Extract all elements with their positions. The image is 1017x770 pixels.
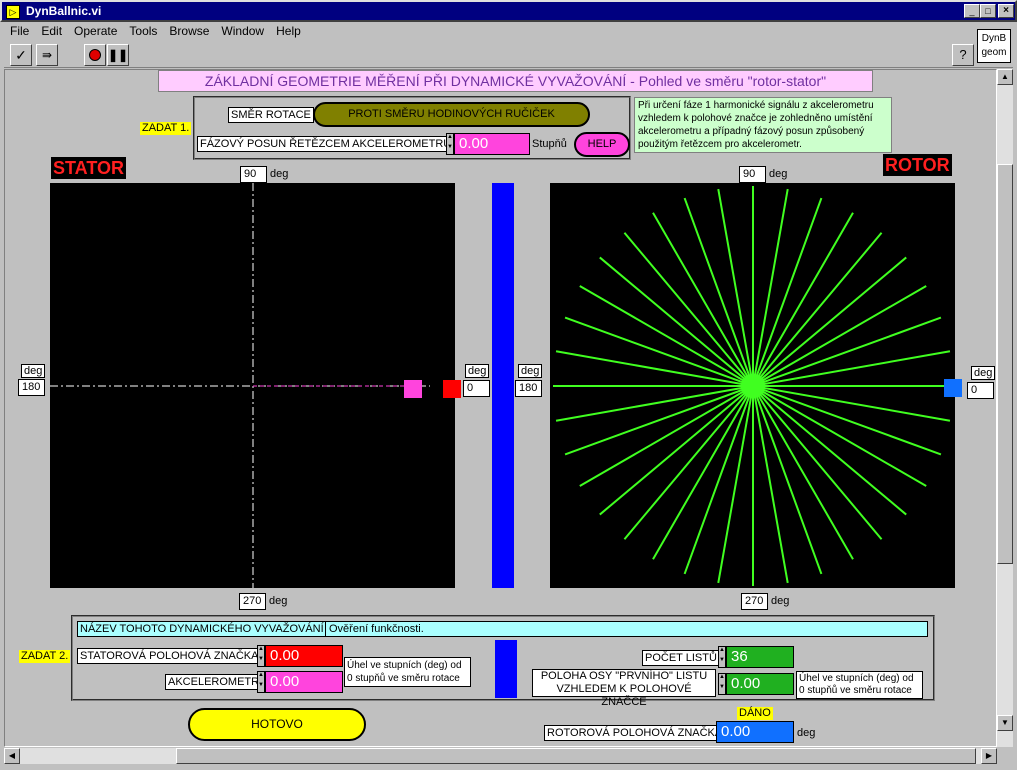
- horizontal-scroll-thumb[interactable]: [176, 748, 976, 764]
- rotation-toggle[interactable]: PROTI SMĚRU HODINOVÝCH RUČIČEK: [313, 102, 590, 127]
- info-note: Při určení fáze 1 harmonické signálu z a…: [634, 97, 892, 153]
- axis-label-line2: VZHLEDEM K POLOHOVÉ ZNAČCE: [556, 683, 692, 708]
- blue-divider-bar: [492, 183, 514, 588]
- accel-stepper[interactable]: ▲ ▼: [257, 671, 265, 693]
- stator-mark-stepper[interactable]: ▲ ▼: [257, 645, 265, 667]
- stator-90-readout: 90: [240, 166, 267, 183]
- rotor-0-readout: 0: [967, 382, 994, 399]
- rotor-90-readout: 90: [739, 166, 766, 183]
- menu-window[interactable]: Window: [221, 24, 264, 42]
- menu-bar: File Edit Operate Tools Browse Window He…: [4, 24, 301, 42]
- menu-file[interactable]: File: [10, 24, 29, 42]
- run-check-icon[interactable]: ✓: [10, 44, 32, 66]
- rotor-mark-label: ROTOROVÁ POLOHOVÁ ZNAČKA: [544, 725, 726, 741]
- scroll-left-arrow[interactable]: ◀: [4, 748, 20, 764]
- stator-mark-label: STATOROVÁ POLOHOVÁ ZNAČKA: [77, 648, 262, 664]
- rotor-mark-marker: [944, 379, 962, 397]
- vertical-scroll-thumb[interactable]: [997, 164, 1013, 564]
- stator-270-unit: deg: [269, 595, 288, 607]
- rotor-90-unit: deg: [769, 168, 788, 180]
- stator-0-readout: 0: [463, 380, 490, 397]
- given-label: DÁNO: [737, 707, 773, 720]
- scroll-right-arrow[interactable]: ▶: [981, 748, 997, 764]
- blades-label: POČET LISTŮ: [642, 650, 720, 666]
- pause-icon[interactable]: ❚❚: [107, 44, 129, 66]
- axis-label-line1: POLOHA OSY "PRVNÍHO" LISTU: [540, 670, 708, 682]
- rotation-label: SMĚR ROTACE: [228, 107, 314, 123]
- angle-note-left-line1: Úhel ve stupních (deg) od: [347, 660, 462, 671]
- stator-180-readout: 180: [18, 379, 45, 396]
- menu-browse[interactable]: Browse: [169, 24, 209, 42]
- phase-unit: Stupňů: [532, 138, 567, 150]
- accel-input[interactable]: 0.00: [265, 671, 343, 693]
- blades-input[interactable]: 36: [726, 646, 794, 668]
- zadat1-label: ZADAT 1.: [140, 122, 192, 135]
- vi-icon-line1: DynB: [981, 33, 1007, 44]
- stator-270-readout: 270: [239, 593, 266, 610]
- accel-marker: [404, 380, 422, 398]
- stator-0-unit: deg: [465, 364, 490, 378]
- maximize-button[interactable]: □: [980, 4, 996, 18]
- angle-note-left-line2: 0 stupňů ve směru rotace: [347, 673, 460, 684]
- toolbar: ✓ ⇛ ❚❚ ?: [4, 42, 1013, 68]
- vertical-scrollbar[interactable]: ▲ ▼: [997, 69, 1013, 747]
- rotor-mark-display: 0.00: [716, 721, 794, 743]
- rotor-180-readout: 180: [515, 380, 542, 397]
- menu-tools[interactable]: Tools: [129, 24, 157, 42]
- stator-mark-input[interactable]: 0.00: [265, 645, 343, 667]
- angle-note-right: Úhel ve stupních (deg) od 0 stupňů ve sm…: [796, 671, 923, 699]
- phase-input[interactable]: 0.00: [454, 133, 530, 155]
- horizontal-scrollbar[interactable]: ◀ ▶: [4, 748, 997, 764]
- title-bar: ▷ DynBallnic.vi _ □ ×: [0, 0, 1017, 22]
- blue-indicator-small: [495, 640, 517, 698]
- rotor-hub: [741, 374, 765, 398]
- phase-stepper[interactable]: ▲ ▼: [446, 133, 454, 155]
- close-button[interactable]: ×: [998, 4, 1014, 18]
- accel-label: AKCELEROMETR: [165, 674, 263, 690]
- stator-90-unit: deg: [270, 168, 289, 180]
- rotor-270-unit: deg: [771, 595, 790, 607]
- rotor-title: ROTOR: [883, 154, 952, 176]
- app-icon: ▷: [6, 5, 20, 19]
- rotor-mark-unit: deg: [797, 727, 816, 739]
- rotor-0-unit: deg: [971, 366, 996, 380]
- angle-note-right-line1: Úhel ve stupních (deg) od: [799, 673, 914, 684]
- stator-mark-marker: [443, 380, 461, 398]
- blades-stepper[interactable]: ▲ ▼: [718, 646, 726, 668]
- scroll-up-arrow[interactable]: ▲: [997, 69, 1013, 85]
- name-input[interactable]: Ověření funkčnosti.: [325, 621, 928, 637]
- scroll-down-arrow[interactable]: ▼: [997, 715, 1013, 731]
- menu-operate[interactable]: Operate: [74, 24, 117, 42]
- stator-plot: [50, 183, 455, 588]
- run-continuous-icon[interactable]: ⇛: [36, 44, 58, 66]
- stator-svg: [50, 183, 430, 588]
- stator-180-unit: deg: [21, 364, 46, 378]
- rotor-270-readout: 270: [741, 593, 768, 610]
- axis-label: POLOHA OSY "PRVNÍHO" LISTU VZHLEDEM K PO…: [532, 669, 716, 708]
- rotor-svg: [553, 186, 953, 586]
- rotor-plot: [550, 183, 955, 588]
- menu-edit[interactable]: Edit: [41, 24, 62, 42]
- abort-icon[interactable]: [84, 44, 106, 66]
- done-button[interactable]: HOTOVO: [188, 708, 366, 741]
- phase-label: FÁZOVÝ POSUN ŘETĚZCEM AKCELEROMETRU: [197, 136, 455, 152]
- zadat2-label: ZADAT 2.: [19, 650, 71, 663]
- angle-note-left: Úhel ve stupních (deg) od 0 stupňů ve sm…: [344, 657, 471, 687]
- axis-stepper[interactable]: ▲ ▼: [718, 673, 726, 695]
- main-title: ZÁKLADNÍ GEOMETRIE MĚŘENÍ PŘI DYNAMICKÉ …: [158, 70, 873, 92]
- help-button[interactable]: HELP: [574, 132, 630, 157]
- axis-input[interactable]: 0.00: [726, 673, 794, 695]
- name-label: NÁZEV TOHOTO DYNAMICKÉHO VYVAŽOVÁNÍ: [77, 621, 327, 637]
- window-title: DynBallnic.vi: [26, 4, 102, 18]
- stator-title: STATOR: [51, 157, 126, 179]
- rotor-180-unit: deg: [518, 364, 543, 378]
- help-window-icon[interactable]: ?: [952, 44, 974, 66]
- angle-note-right-line2: 0 stupňů ve směru rotace: [799, 685, 912, 696]
- vi-icon: DynB geom: [977, 29, 1011, 63]
- vi-icon-line2: geom: [981, 47, 1007, 58]
- menu-help[interactable]: Help: [276, 24, 301, 42]
- minimize-button[interactable]: _: [964, 4, 980, 18]
